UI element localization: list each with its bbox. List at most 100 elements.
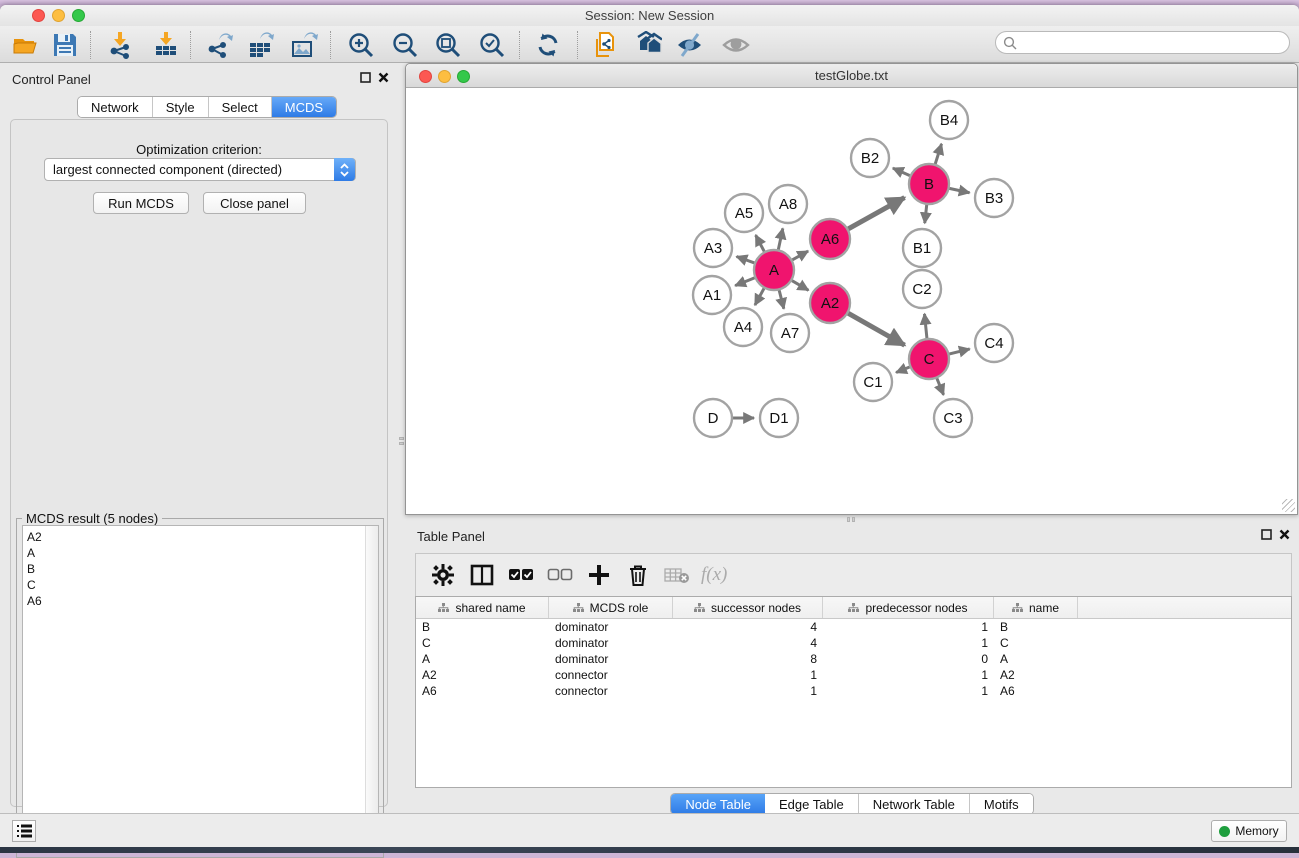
cell-shared-name[interactable]: B bbox=[416, 619, 549, 635]
export-image-icon[interactable] bbox=[288, 29, 320, 61]
cell-predecessor-nodes[interactable]: 1 bbox=[823, 667, 994, 683]
cell-MCDS-role[interactable]: dominator bbox=[549, 619, 673, 635]
close-icon[interactable] bbox=[378, 72, 389, 83]
edge-A-A4[interactable] bbox=[755, 287, 765, 305]
cell-successor-nodes[interactable]: 8 bbox=[673, 651, 823, 667]
export-table-icon[interactable] bbox=[245, 29, 277, 61]
edge-B-B4[interactable] bbox=[935, 144, 942, 166]
edge-B-B3[interactable] bbox=[948, 188, 970, 193]
columns-icon[interactable] bbox=[467, 560, 497, 590]
copy-network-icon[interactable] bbox=[590, 29, 622, 61]
zoom-fit-icon[interactable] bbox=[432, 29, 464, 61]
mcds-result-item[interactable]: B bbox=[27, 561, 378, 577]
network-graph[interactable]: B4B2BB3A8A5A6A3B1AA1C2A2A4A7CC4C1C3DD1 bbox=[407, 89, 1296, 513]
cell-shared-name[interactable]: A6 bbox=[416, 683, 549, 699]
cell-name[interactable]: A6 bbox=[994, 683, 1078, 699]
tab-select[interactable]: Select bbox=[209, 97, 272, 117]
tab-style[interactable]: Style bbox=[153, 97, 209, 117]
delete-table-icon[interactable] bbox=[662, 560, 692, 590]
edge-A-A5[interactable] bbox=[756, 235, 766, 253]
run-mcds-button[interactable]: Run MCDS bbox=[93, 192, 189, 214]
mcds-result-item[interactable]: A bbox=[27, 545, 378, 561]
cell-predecessor-nodes[interactable]: 1 bbox=[823, 683, 994, 699]
cell-name[interactable]: A bbox=[994, 651, 1078, 667]
search-input[interactable] bbox=[1021, 36, 1271, 50]
list-icon[interactable] bbox=[12, 820, 36, 842]
float-icon[interactable] bbox=[1261, 529, 1272, 540]
cell-predecessor-nodes[interactable]: 1 bbox=[823, 635, 994, 651]
network-canvas[interactable]: B4B2BB3A8A5A6A3B1AA1C2A2A4A7CC4C1C3DD1 bbox=[407, 89, 1296, 513]
table-row[interactable]: Cdominator41C bbox=[416, 635, 1291, 651]
column-header-predecessor-nodes[interactable]: predecessor nodes bbox=[823, 597, 994, 618]
cell-successor-nodes[interactable]: 1 bbox=[673, 683, 823, 699]
edge-A-A1[interactable] bbox=[735, 277, 756, 286]
import-network-icon[interactable] bbox=[104, 29, 136, 61]
vertical-splitter-handle[interactable] bbox=[398, 428, 405, 454]
close-panel-button[interactable]: Close panel bbox=[203, 192, 306, 214]
mcds-result-item[interactable]: A2 bbox=[27, 529, 378, 545]
cell-shared-name[interactable]: A2 bbox=[416, 667, 549, 683]
zoom-in-icon[interactable] bbox=[345, 29, 377, 61]
column-header-name[interactable]: name bbox=[994, 597, 1078, 618]
cell-successor-nodes[interactable]: 1 bbox=[673, 667, 823, 683]
select-all-icon[interactable] bbox=[506, 560, 536, 590]
tab-motifs[interactable]: Motifs bbox=[970, 794, 1033, 814]
edge-C-C4[interactable] bbox=[947, 349, 969, 354]
cell-name[interactable]: C bbox=[994, 635, 1078, 651]
tab-network[interactable]: Network bbox=[78, 97, 153, 117]
tab-mcds[interactable]: MCDS bbox=[272, 97, 336, 117]
edge-A-A7[interactable] bbox=[779, 288, 784, 308]
tab-network-table[interactable]: Network Table bbox=[859, 794, 970, 814]
mcds-result-item[interactable]: C bbox=[27, 577, 378, 593]
close-icon[interactable] bbox=[1279, 529, 1290, 540]
column-header-shared-name[interactable]: shared name bbox=[416, 597, 549, 618]
add-column-icon[interactable] bbox=[584, 560, 614, 590]
open-file-icon[interactable] bbox=[9, 29, 41, 61]
edge-A-A6[interactable] bbox=[791, 251, 809, 261]
edge-C-C1[interactable] bbox=[896, 366, 911, 372]
cell-MCDS-role[interactable]: connector bbox=[549, 683, 673, 699]
tab-edge-table[interactable]: Edge Table bbox=[765, 794, 859, 814]
tab-node-table[interactable]: Node Table bbox=[671, 794, 765, 814]
search-field[interactable] bbox=[995, 31, 1290, 54]
save-session-icon[interactable] bbox=[49, 29, 81, 61]
delete-column-icon[interactable] bbox=[623, 560, 653, 590]
edge-C-C2[interactable] bbox=[924, 314, 927, 340]
cell-successor-nodes[interactable]: 4 bbox=[673, 635, 823, 651]
edge-A6-B[interactable] bbox=[847, 198, 905, 230]
table-row[interactable]: A2connector11A2 bbox=[416, 667, 1291, 683]
node-table[interactable]: shared nameMCDS rolesuccessor nodesprede… bbox=[415, 596, 1292, 788]
zoom-out-icon[interactable] bbox=[389, 29, 421, 61]
cell-shared-name[interactable]: C bbox=[416, 635, 549, 651]
scrollbar-track[interactable] bbox=[365, 526, 378, 851]
cell-name[interactable]: A2 bbox=[994, 667, 1078, 683]
cell-MCDS-role[interactable]: dominator bbox=[549, 651, 673, 667]
cell-shared-name[interactable]: A bbox=[416, 651, 549, 667]
edge-A2-C[interactable] bbox=[847, 312, 905, 345]
mcds-result-item[interactable]: A6 bbox=[27, 593, 378, 609]
column-header-successor-nodes[interactable]: successor nodes bbox=[673, 597, 823, 618]
hide-selected-icon[interactable] bbox=[674, 29, 706, 61]
memory-button[interactable]: Memory bbox=[1211, 820, 1287, 842]
edge-A-A3[interactable] bbox=[737, 256, 757, 263]
float-icon[interactable] bbox=[360, 72, 371, 83]
edge-B-B2[interactable] bbox=[893, 168, 912, 176]
export-network-icon[interactable] bbox=[203, 29, 235, 61]
edge-B-B1[interactable] bbox=[925, 203, 927, 223]
edge-C-C3[interactable] bbox=[936, 377, 943, 395]
table-row[interactable]: Bdominator41B bbox=[416, 619, 1291, 635]
function-builder-icon[interactable]: f(x) bbox=[701, 564, 727, 586]
first-neighbors-icon[interactable] bbox=[631, 29, 663, 61]
edge-A-A8[interactable] bbox=[778, 228, 783, 251]
deselect-all-icon[interactable] bbox=[545, 560, 575, 590]
import-table-icon[interactable] bbox=[150, 29, 182, 61]
column-header-MCDS-role[interactable]: MCDS role bbox=[549, 597, 673, 618]
mcds-result-list[interactable]: A2ABCA6 bbox=[22, 525, 379, 852]
cell-successor-nodes[interactable]: 4 bbox=[673, 619, 823, 635]
cell-name[interactable]: B bbox=[994, 619, 1078, 635]
cell-predecessor-nodes[interactable]: 1 bbox=[823, 619, 994, 635]
cell-MCDS-role[interactable]: dominator bbox=[549, 635, 673, 651]
show-all-icon[interactable] bbox=[720, 29, 752, 61]
table-row[interactable]: Adominator80A bbox=[416, 651, 1291, 667]
resize-grip[interactable] bbox=[1282, 499, 1295, 512]
